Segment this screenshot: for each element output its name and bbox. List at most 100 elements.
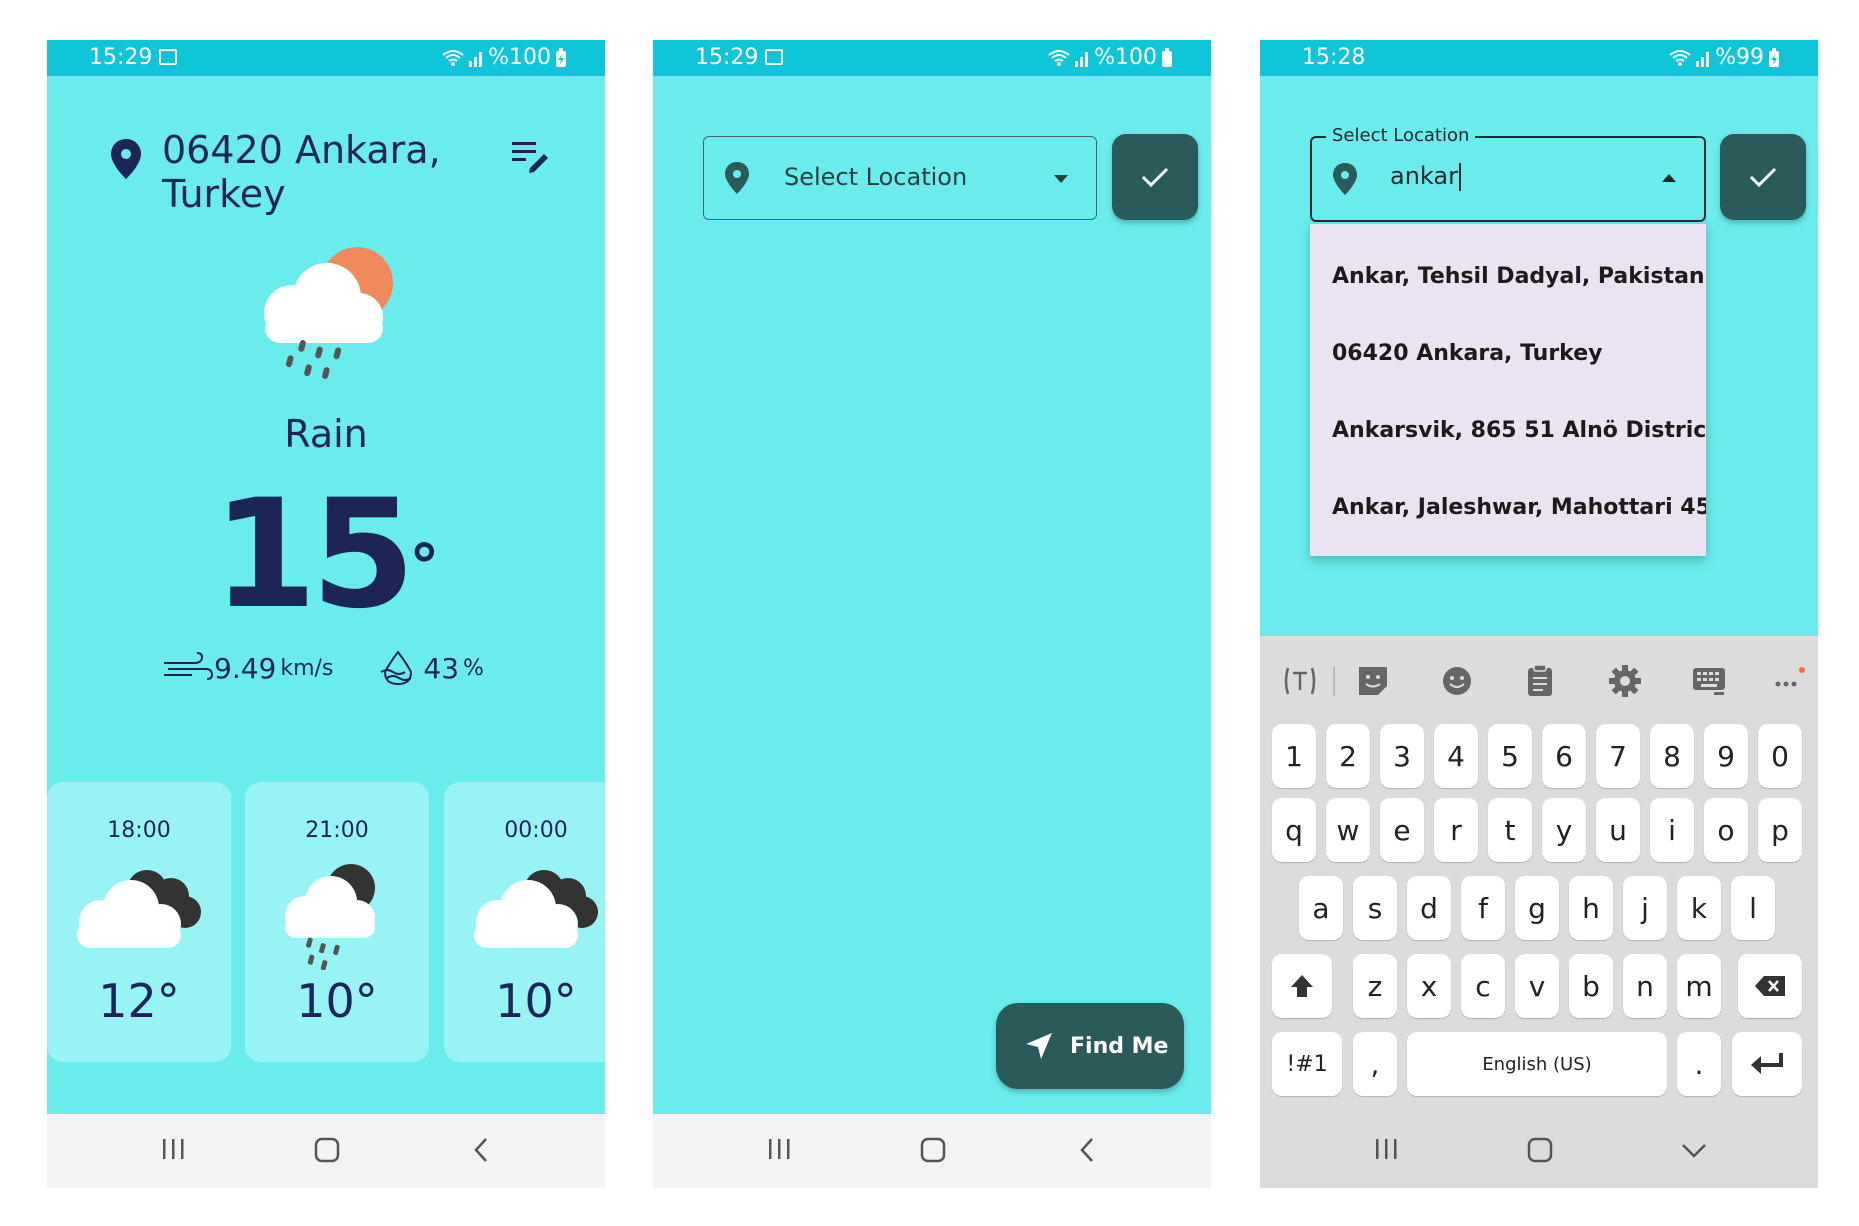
wind-unit: km/s [280, 655, 334, 681]
key-g[interactable]: g [1515, 876, 1559, 940]
comma-key[interactable]: , [1353, 1032, 1397, 1096]
period-key[interactable]: . [1677, 1032, 1721, 1096]
key-4[interactable]: 4 [1434, 724, 1478, 788]
battery-charging-icon [556, 47, 566, 67]
key-y[interactable]: y [1542, 798, 1586, 862]
suggestion-item[interactable]: Ankarsvik, 865 51 Alnö District, [1332, 418, 1706, 443]
keyboard-toolbar [1260, 636, 1818, 722]
home-icon[interactable] [313, 1136, 341, 1164]
status-bar: 15:28 %99 [1260, 40, 1818, 76]
key-p[interactable]: p [1758, 798, 1802, 862]
find-me-button[interactable]: Find Me [996, 1003, 1184, 1089]
back-icon[interactable] [1077, 1136, 1097, 1164]
text-translate-icon[interactable] [1282, 664, 1318, 698]
find-me-label: Find Me [1070, 1033, 1169, 1059]
key-2[interactable]: 2 [1326, 724, 1370, 788]
backspace-key[interactable] [1738, 954, 1802, 1018]
shift-arrow-icon [1291, 975, 1313, 997]
sticker-icon[interactable] [1356, 664, 1390, 698]
key-b[interactable]: b [1569, 954, 1613, 1018]
location-search-field[interactable]: Select Location ankar [1310, 125, 1706, 222]
key-x[interactable]: x [1407, 954, 1451, 1018]
keyboard: 1 2 3 4 5 6 7 8 9 0 q w e r t y u i o p … [1260, 636, 1818, 1114]
system-nav-bar [1260, 1114, 1818, 1188]
key-7[interactable]: 7 [1596, 724, 1640, 788]
key-h[interactable]: h [1569, 876, 1613, 940]
status-bar: 15:29 %100 [653, 40, 1211, 76]
symbols-key[interactable]: !#1 [1272, 1032, 1342, 1096]
key-0[interactable]: 0 [1758, 724, 1802, 788]
key-o[interactable]: o [1704, 798, 1748, 862]
key-w[interactable]: w [1326, 798, 1370, 862]
emoji-icon[interactable] [1440, 664, 1474, 698]
suggestion-item[interactable]: Ankar, Jaleshwar, Mahottari 457 [1332, 495, 1706, 520]
key-n[interactable]: n [1623, 954, 1667, 1018]
humidity-unit: % [463, 655, 484, 681]
suggestion-item[interactable]: 06420 Ankara, Turkey [1332, 341, 1602, 366]
key-i[interactable]: i [1650, 798, 1694, 862]
wind-value: 9.49 [214, 651, 277, 685]
confirm-button[interactable] [1112, 134, 1198, 220]
text-cursor [1458, 163, 1461, 191]
edit-location-icon[interactable] [510, 138, 550, 174]
key-6[interactable]: 6 [1542, 724, 1586, 788]
battery-percent: %100 [1094, 45, 1157, 70]
key-e[interactable]: e [1380, 798, 1424, 862]
location-select[interactable]: Select Location [703, 136, 1097, 220]
key-9[interactable]: 9 [1704, 724, 1748, 788]
field-label: Select Location [1326, 125, 1476, 146]
recents-icon[interactable] [161, 1136, 187, 1162]
space-key[interactable]: English (US) [1407, 1032, 1667, 1096]
recents-icon[interactable] [767, 1136, 793, 1162]
key-a[interactable]: a [1299, 876, 1343, 940]
forecast-card[interactable]: 00:00 10° [444, 782, 605, 1062]
dropdown-collapse-icon[interactable] [1662, 174, 1676, 182]
key-q[interactable]: q [1272, 798, 1316, 862]
battery-percent: %99 [1715, 45, 1764, 70]
select-placeholder: Select Location [784, 163, 968, 191]
key-u[interactable]: u [1596, 798, 1640, 862]
key-d[interactable]: d [1407, 876, 1451, 940]
key-r[interactable]: r [1434, 798, 1478, 862]
shift-key[interactable] [1272, 954, 1332, 1018]
key-j[interactable]: j [1623, 876, 1667, 940]
key-3[interactable]: 3 [1380, 724, 1424, 788]
confirm-button[interactable] [1720, 134, 1806, 220]
key-v[interactable]: v [1515, 954, 1559, 1018]
key-8[interactable]: 8 [1650, 724, 1694, 788]
suggestion-item[interactable]: Ankar, Tehsil Dadyal, Pakistan [1332, 264, 1705, 289]
battery-icon [1162, 47, 1172, 67]
wind-icon [164, 652, 214, 680]
select-location-screen: 15:29 %100 Select Location Find Me [653, 40, 1211, 1188]
hide-keyboard-icon[interactable] [1680, 1142, 1708, 1160]
clipboard-icon[interactable] [1526, 664, 1554, 698]
home-icon[interactable] [1526, 1136, 1554, 1164]
search-input[interactable]: ankar [1390, 162, 1461, 191]
keyboard-mode-icon[interactable] [1692, 664, 1726, 698]
search-value: ankar [1390, 162, 1458, 190]
enter-key[interactable] [1732, 1032, 1802, 1096]
key-l[interactable]: l [1731, 876, 1775, 940]
location-pin-icon [111, 139, 141, 179]
key-s[interactable]: s [1353, 876, 1397, 940]
key-1[interactable]: 1 [1272, 724, 1316, 788]
key-5[interactable]: 5 [1488, 724, 1532, 788]
rain-night-icon [285, 864, 375, 970]
key-t[interactable]: t [1488, 798, 1532, 862]
key-z[interactable]: z [1353, 954, 1397, 1018]
recents-icon[interactable] [1374, 1136, 1400, 1162]
home-icon[interactable] [919, 1136, 947, 1164]
key-k[interactable]: k [1677, 876, 1721, 940]
check-icon [1749, 167, 1777, 188]
settings-gear-icon[interactable] [1608, 664, 1642, 698]
back-icon[interactable] [471, 1136, 491, 1164]
more-options-icon[interactable] [1772, 664, 1806, 698]
key-c[interactable]: c [1461, 954, 1505, 1018]
key-f[interactable]: f [1461, 876, 1505, 940]
forecast-card[interactable]: 21:00 10° [245, 782, 429, 1062]
wifi-icon [442, 49, 464, 66]
temperature-value: 15 [212, 468, 416, 642]
status-time: 15:29 [695, 45, 759, 70]
key-m[interactable]: m [1677, 954, 1721, 1018]
forecast-card[interactable]: 18:00 12° [47, 782, 231, 1062]
